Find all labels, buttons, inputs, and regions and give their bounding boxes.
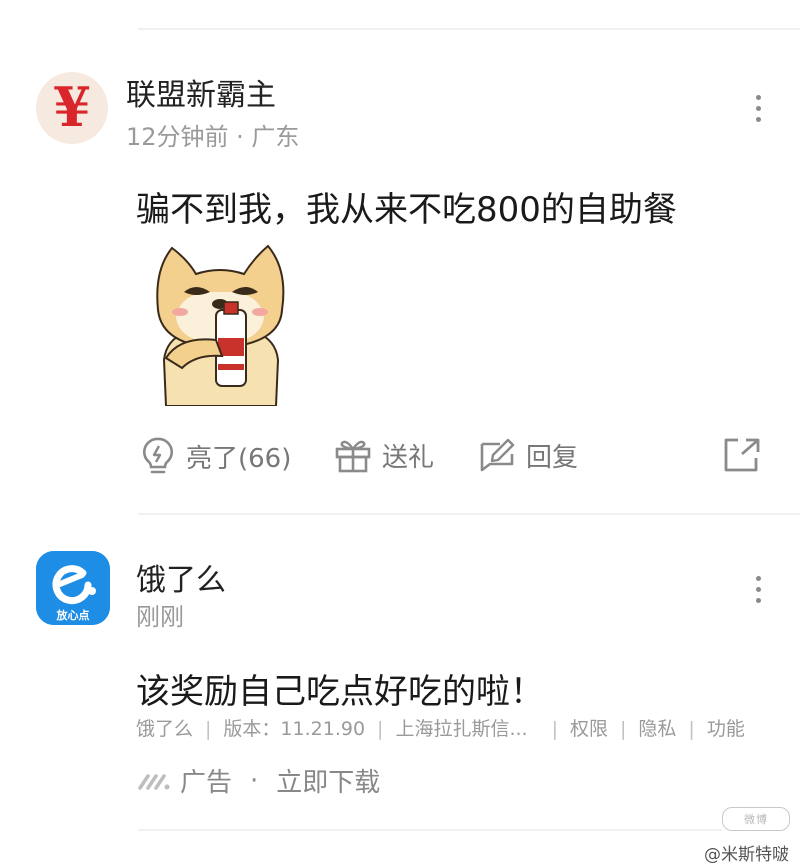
ad-tag-icon	[138, 773, 170, 790]
like-button[interactable]: 亮了(66)	[140, 436, 291, 476]
top-divider	[138, 28, 800, 30]
ad-privacy-link[interactable]: 隐私	[638, 718, 676, 740]
yen-icon: ¥	[53, 75, 91, 139]
ad-developer: 上海拉扎斯信...	[395, 718, 528, 740]
download-button[interactable]: 立即下载	[276, 762, 380, 799]
eleme-caption: 放心点	[56, 609, 90, 622]
post-meta: 12分钟前 · 广东	[126, 123, 300, 151]
reply-button[interactable]: 回复	[478, 436, 578, 474]
ad-permissions-link[interactable]: 权限	[570, 718, 608, 740]
ad-text: 该奖励自己吃点好吃的啦！	[136, 672, 544, 712]
like-label: 亮了(66)	[186, 443, 292, 474]
post-user-name[interactable]: 联盟新霸主	[126, 70, 276, 114]
ad-tag-label: 广告	[180, 768, 233, 798]
share-icon	[724, 438, 760, 472]
ad-app-info: 饿了么 | 版本：11.21.90 | 上海拉扎斯信... | 权限 | 隐私 | 功能	[136, 718, 745, 740]
ad-more-options-icon[interactable]	[756, 576, 766, 609]
weibo-watermark-badge: 微博	[722, 807, 790, 831]
post-divider	[138, 513, 800, 515]
ad-brand-name[interactable]: 饿了么	[136, 555, 226, 599]
ad-app-name: 饿了么	[136, 718, 194, 740]
lightbulb-icon	[142, 437, 174, 474]
eleme-avatar[interactable]: 放心点	[36, 551, 110, 625]
post-text: 骗不到我，我从来不吃800的自助餐	[136, 190, 677, 230]
ad-download-row: 广告 · 立即下载	[136, 762, 380, 799]
bottom-divider	[138, 829, 722, 831]
ad-dot-separator: ·	[250, 765, 259, 796]
avatar[interactable]: ¥	[36, 72, 108, 144]
shiba-sticker-icon	[156, 244, 285, 407]
share-button[interactable]	[722, 436, 762, 478]
gift-button[interactable]: 送礼	[334, 436, 434, 474]
gift-icon	[335, 440, 371, 473]
gift-label: 送礼	[382, 442, 435, 473]
ad-version: 版本：11.21.90	[223, 718, 366, 740]
sticker-image[interactable]	[136, 240, 304, 407]
ad-time: 刚刚	[136, 603, 184, 631]
edit-reply-icon	[480, 438, 515, 472]
watermark-handle: @米斯特啵	[704, 845, 789, 865]
reply-label: 回复	[526, 442, 579, 473]
more-options-icon[interactable]	[756, 95, 766, 128]
ad-features-link[interactable]: 功能	[707, 718, 745, 740]
